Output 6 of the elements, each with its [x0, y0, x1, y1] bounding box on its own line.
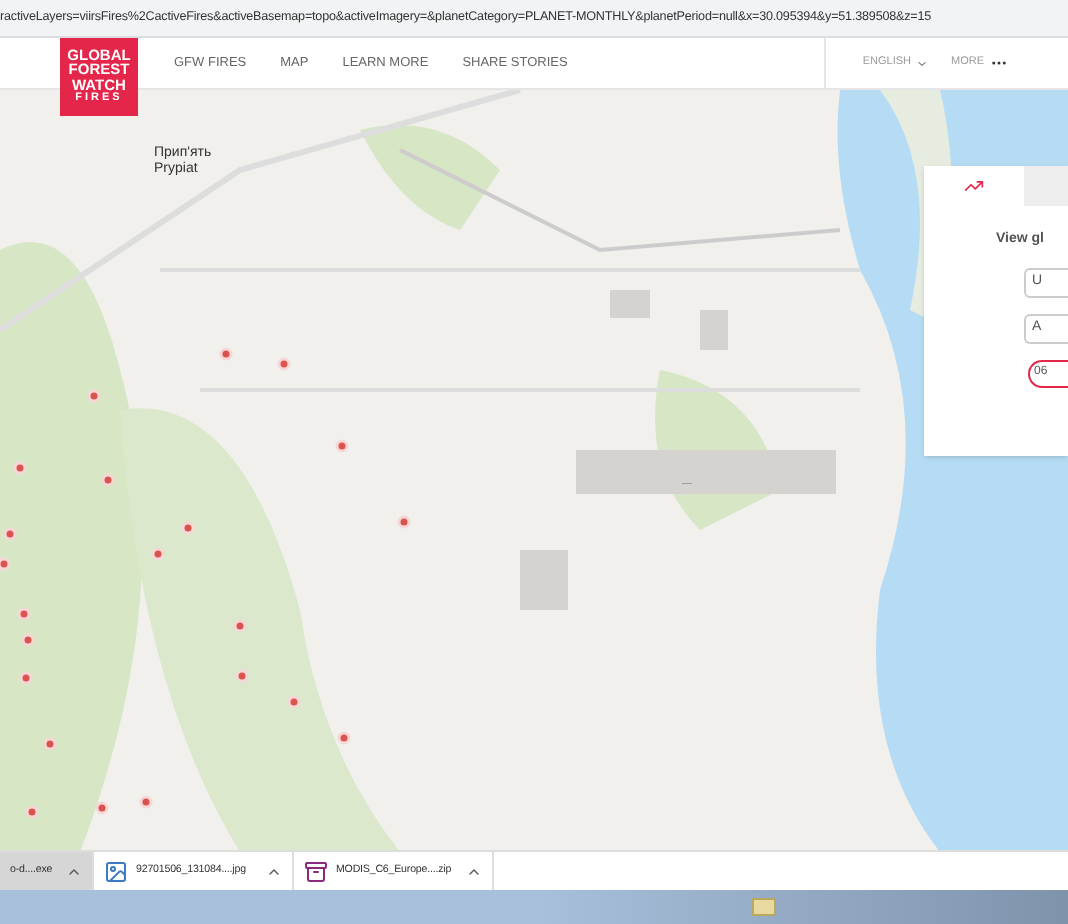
archive-file-icon — [304, 859, 328, 883]
image-file-icon — [104, 859, 128, 883]
chart-tab[interactable] — [924, 166, 1024, 206]
panel-tab[interactable] — [1024, 166, 1068, 206]
caret-icon — [915, 57, 927, 69]
chart-icon — [964, 176, 984, 196]
